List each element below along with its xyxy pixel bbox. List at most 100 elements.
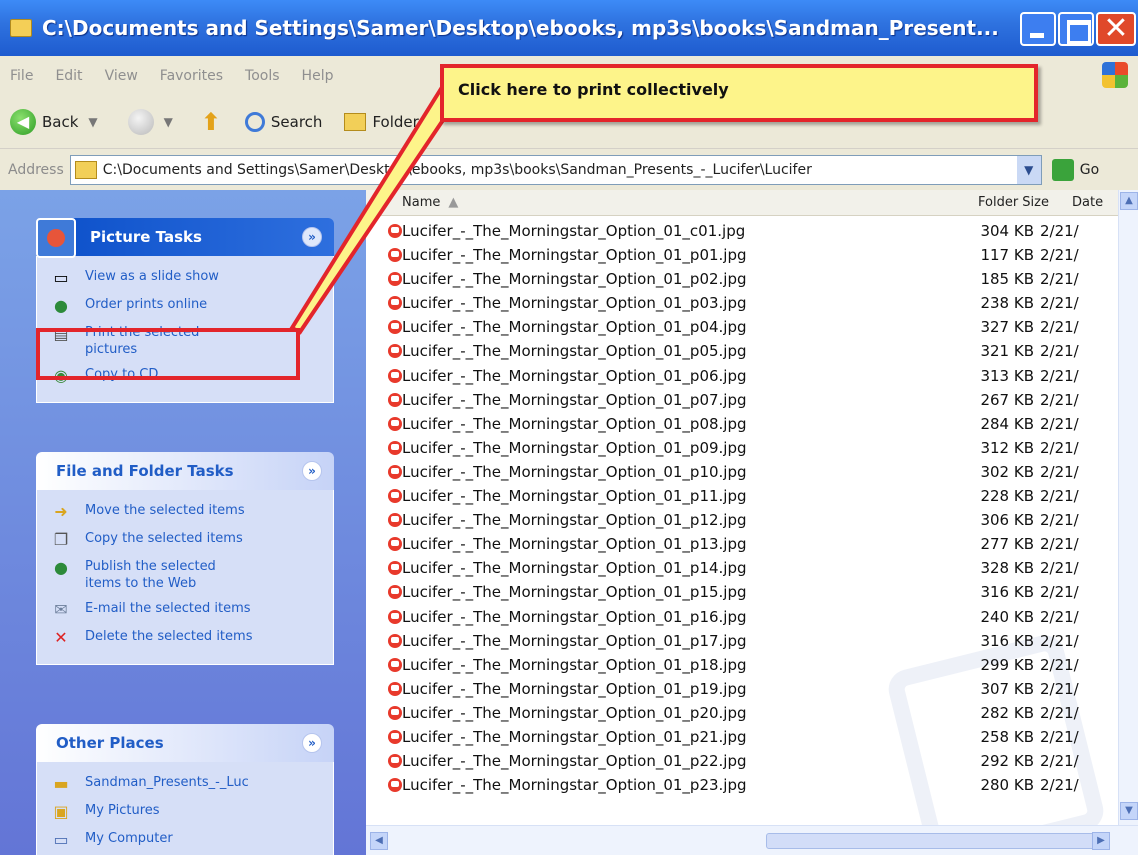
back-arrow-icon: ◀ [10,109,36,135]
file-date: 2/21/ [1040,511,1079,530]
column-header-date[interactable]: Date [1072,195,1103,210]
file-row[interactable]: Lucifer_-_The_Morningstar_Option_01_p21.… [366,726,1118,750]
file-row[interactable]: Lucifer_-_The_Morningstar_Option_01_p22.… [366,750,1118,774]
file-date: 2/21/ [1040,318,1079,337]
file-name: Lucifer_-_The_Morningstar_Option_01_c01.… [402,222,746,240]
place-my-pictures[interactable]: ▣ My Pictures [51,802,333,822]
file-name: Lucifer_-_The_Morningstar_Option_01_p19.… [402,679,747,698]
forward-button[interactable] [127,109,154,135]
file-row[interactable]: Lucifer_-_The_Morningstar_Option_01_p11.… [366,485,1118,509]
file-name: Lucifer_-_The_Morningstar_Option_01_p01.… [402,246,747,265]
folders-button[interactable]: Folders [344,113,427,131]
file-name: Lucifer_-_The_Morningstar_Option_01_p14.… [402,559,747,578]
collapse-icon[interactable]: » [302,227,322,247]
file-row[interactable]: Lucifer_-_The_Morningstar_Option_01_p08.… [366,413,1118,437]
up-folder-icon[interactable]: ⬆ [201,109,223,135]
scroll-left-icon[interactable]: ◀ [370,832,388,850]
jpeg-file-icon [388,513,402,528]
file-row[interactable]: Lucifer_-_The_Morningstar_Option_01_p20.… [366,702,1118,726]
file-row[interactable]: Lucifer_-_The_Morningstar_Option_01_p01.… [366,244,1118,268]
place-my-computer[interactable]: ▭ My Computer [51,830,333,850]
column-header-size[interactable]: Folder Size [978,195,1049,210]
task-email[interactable]: ✉ E-mail the selected items [51,600,333,620]
delete-icon: ✕ [54,628,68,647]
file-row[interactable]: Lucifer_-_The_Morningstar_Option_01_p09.… [366,437,1118,461]
file-row[interactable]: Lucifer_-_The_Morningstar_Option_01_p18.… [366,654,1118,678]
menu-favorites[interactable]: Favorites [160,68,223,84]
jpeg-file-icon [388,729,402,744]
jpeg-file-icon [388,681,402,696]
file-row[interactable]: Lucifer_-_The_Morningstar_Option_01_p16.… [366,606,1118,630]
file-size: 292 KB [980,752,1034,771]
file-row[interactable]: Lucifer_-_The_Morningstar_Option_01_p14.… [366,557,1118,581]
minimize-button[interactable] [1020,12,1056,46]
horizontal-scrollbar[interactable]: ◀ ▶ [366,825,1138,855]
menu-tools[interactable]: Tools [245,68,280,84]
chevron-down-icon[interactable]: ▼ [88,115,97,129]
search-button[interactable]: Search [244,112,322,132]
back-button[interactable]: ◀ Back ▼ [10,109,98,135]
task-copy[interactable]: ❐ Copy the selected items [51,530,333,550]
column-header-name[interactable]: Name ▲ [402,195,458,210]
file-row[interactable]: Lucifer_-_The_Morningstar_Option_01_p19.… [366,678,1118,702]
file-folder-tasks-header[interactable]: File and Folder Tasks » [36,452,334,490]
task-pane: Picture Tasks » ▭ View as a slide show ●… [0,190,366,855]
address-input[interactable]: C:\Documents and Settings\Samer\Desktop\… [69,154,1042,185]
task-slideshow[interactable]: ▭ View as a slide show [51,268,333,288]
file-date: 2/21/ [1040,366,1079,385]
vertical-scrollbar[interactable]: ▲ ▼ [1118,190,1138,825]
file-list[interactable]: Name ▲ Folder Size Date Lucifer_-_The_Mor… [366,190,1118,825]
file-row[interactable]: Lucifer_-_The_Morningstar_Option_01_p04.… [366,316,1118,340]
close-button[interactable]: ✕ [1096,12,1136,46]
file-date: 2/21/ [1040,462,1079,481]
file-date: 2/21/ [1040,583,1079,602]
file-name: Lucifer_-_The_Morningstar_Option_01_p16.… [402,607,747,626]
file-rows: Lucifer_-_The_Morningstar_Option_01_c01.… [366,220,1118,798]
jpeg-file-icon [388,464,402,479]
menu-edit[interactable]: Edit [55,68,82,84]
jpeg-file-icon [388,320,402,335]
file-row[interactable]: Lucifer_-_The_Morningstar_Option_01_p15.… [366,581,1118,605]
collapse-icon[interactable]: » [302,733,322,753]
email-icon: ✉ [54,600,68,619]
collapse-icon[interactable]: » [302,461,322,481]
picture-tasks-header[interactable]: Picture Tasks » [36,218,334,256]
go-arrow-icon[interactable] [1051,158,1074,181]
file-row[interactable]: Lucifer_-_The_Morningstar_Option_01_p13.… [366,533,1118,557]
menu-help[interactable]: Help [302,68,334,84]
menu-view[interactable]: View [105,68,138,84]
file-row[interactable]: Lucifer_-_The_Morningstar_Option_01_p05.… [366,340,1118,364]
chevron-down-icon[interactable]: ▼ [1016,155,1041,184]
go-button[interactable]: Go [1080,162,1099,178]
other-places-header[interactable]: Other Places » [36,724,334,762]
title-bar[interactable]: C:\Documents and Settings\Samer\Desktop\… [0,0,1138,56]
file-row[interactable]: Lucifer_-_The_Morningstar_Option_01_p07.… [366,389,1118,413]
scroll-down-icon[interactable]: ▼ [1120,802,1138,820]
task-publish[interactable]: ● Publish the selected items to the Web [51,558,333,592]
file-row[interactable]: Lucifer_-_The_Morningstar_Option_01_c01.… [366,220,1118,244]
file-row[interactable]: Lucifer_-_The_Morningstar_Option_01_p06.… [366,365,1118,389]
scroll-thumb[interactable] [766,833,1106,849]
jpeg-file-icon [388,489,402,504]
task-move[interactable]: ➜ Move the selected items [51,502,333,522]
jpeg-file-icon [388,633,402,648]
file-row[interactable]: Lucifer_-_The_Morningstar_Option_01_p23.… [366,774,1118,798]
file-name: Lucifer_-_The_Morningstar_Option_01_p03.… [402,294,747,313]
jpeg-file-icon [388,778,402,793]
scroll-right-icon[interactable]: ▶ [1092,832,1110,850]
place-parent-folder[interactable]: ▬ Sandman_Presents_-_Luc [51,774,333,794]
task-order-prints[interactable]: ● Order prints online [51,296,333,316]
file-name: Lucifer_-_The_Morningstar_Option_01_p05.… [402,342,747,361]
task-label: My Computer [85,831,173,846]
task-delete[interactable]: ✕ Delete the selected items [51,628,333,648]
chevron-down-icon[interactable]: ▼ [164,115,173,129]
file-name: Lucifer_-_The_Morningstar_Option_01_p02.… [402,270,747,289]
file-row[interactable]: Lucifer_-_The_Morningstar_Option_01_p12.… [366,509,1118,533]
file-row[interactable]: Lucifer_-_The_Morningstar_Option_01_p10.… [366,461,1118,485]
file-row[interactable]: Lucifer_-_The_Morningstar_Option_01_p02.… [366,268,1118,292]
file-row[interactable]: Lucifer_-_The_Morningstar_Option_01_p03.… [366,292,1118,316]
scroll-up-icon[interactable]: ▲ [1120,192,1138,210]
menu-file[interactable]: File [10,68,33,84]
file-row[interactable]: Lucifer_-_The_Morningstar_Option_01_p17.… [366,630,1118,654]
maximize-button[interactable] [1058,12,1094,46]
